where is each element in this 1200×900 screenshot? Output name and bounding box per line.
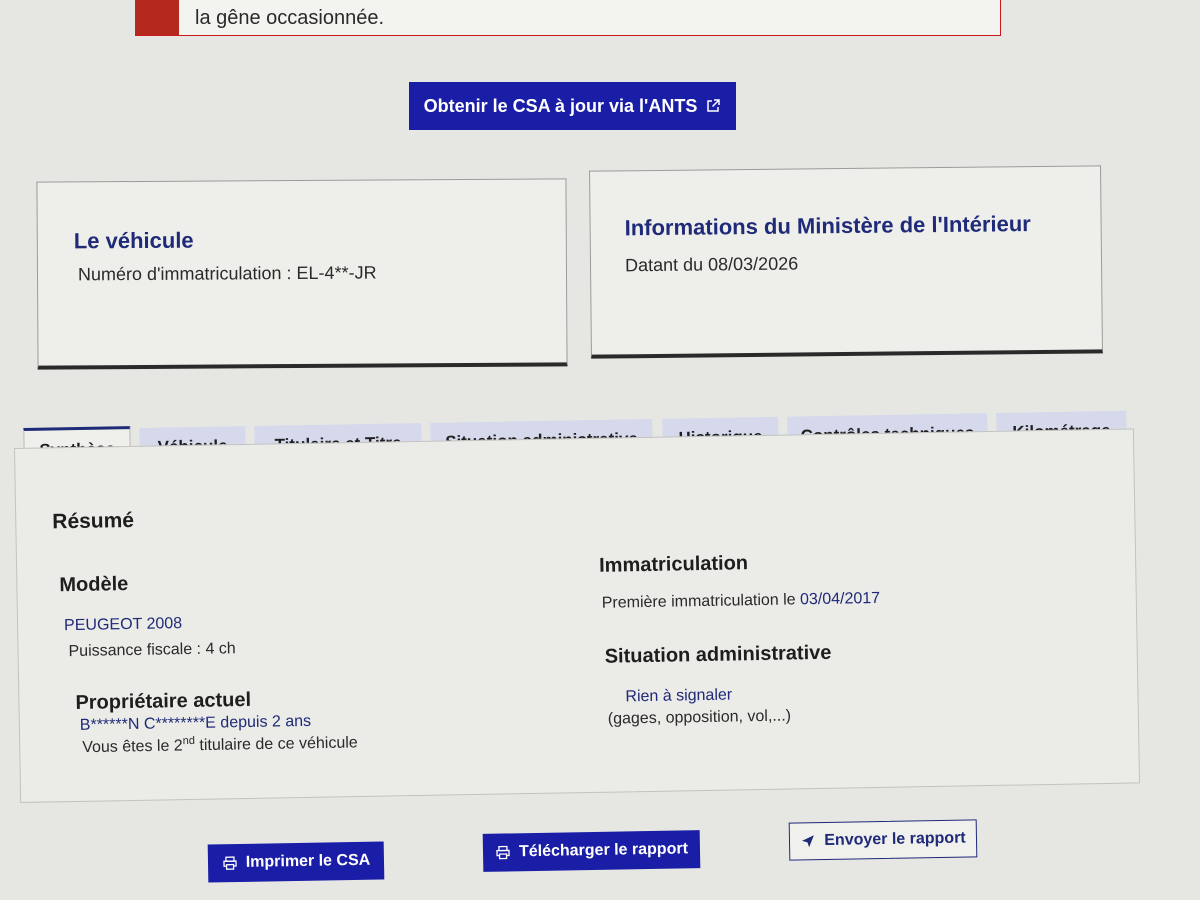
ministry-card-title: Informations du Ministère de l'Intérieur — [624, 211, 1031, 241]
admin-status-detail: (gages, opposition, vol,...) — [607, 707, 792, 728]
get-csa-ants-label: Obtenir le CSA à jour via l'ANTS — [423, 95, 698, 116]
admin-status-value: Rien à signaler — [625, 686, 733, 706]
admin-status-heading: Situation administrative — [604, 641, 832, 668]
model-name: PEUGEOT 2008 — [63, 615, 183, 635]
owner-rank: Vous êtes le 2nd titulaire de ce véhicul… — [82, 732, 358, 757]
owner-rank-suffix: titulaire de ce véhicule — [194, 734, 358, 755]
owner-heading: Propriétaire actuel — [75, 688, 252, 714]
print-csa-button[interactable]: Imprimer le CSA — [207, 841, 385, 883]
plate-number-value: EL-4**-JR — [296, 262, 377, 284]
model-power: Puissance fiscale : 4 ch — [68, 640, 236, 661]
plate-number-label: Numéro d'immatriculation : — [77, 263, 297, 285]
ministry-card: Informations du Ministère de l'Intérieur… — [589, 165, 1103, 359]
alert-text: la gêne occasionnée. — [195, 7, 385, 29]
printer-icon — [222, 855, 238, 871]
first-registration-label: Première immatriculation le — [601, 591, 801, 612]
owner-name: B******N C********E — [79, 714, 217, 734]
model-heading: Modèle — [59, 573, 129, 597]
download-report-label: Télécharger le rapport — [518, 840, 689, 861]
printer-icon — [495, 844, 511, 860]
external-link-icon — [705, 98, 721, 114]
registration-heading: Immatriculation — [598, 552, 749, 577]
ministry-date-line: Datant du 08/03/2026 — [624, 253, 799, 276]
owner-rank-sup: nd — [182, 734, 196, 748]
plate-number-line: Numéro d'immatriculation : EL-4**-JR — [78, 263, 377, 286]
summary-title: Résumé — [52, 508, 135, 534]
owner-since: depuis 2 ans — [215, 712, 312, 732]
print-csa-label: Imprimer le CSA — [245, 851, 371, 871]
alert-accent-bar — [135, 0, 179, 35]
alert-box: la gêne occasionnée. — [135, 0, 1001, 36]
owner-rank-prefix: Vous êtes le 2 — [82, 737, 183, 757]
first-registration-line: Première immatriculation le 03/04/2017 — [602, 590, 881, 613]
vehicle-card: Le véhicule Numéro d'immatriculation : E… — [36, 178, 568, 370]
summary-panel: Résumé Modèle PEUGEOT 2008 Puissance fis… — [14, 428, 1141, 803]
vehicle-card-title: Le véhicule — [73, 227, 194, 254]
send-icon — [800, 833, 816, 849]
download-report-button[interactable]: Télécharger le rapport — [482, 830, 701, 872]
owner-line: B******N C********E depuis 2 ans — [80, 713, 312, 735]
send-report-button[interactable]: Envoyer le rapport — [788, 819, 978, 861]
first-registration-date: 03/04/2017 — [799, 589, 881, 609]
get-csa-ants-button[interactable]: Obtenir le CSA à jour via l'ANTS — [409, 82, 736, 130]
send-report-label: Envoyer le rapport — [824, 829, 966, 850]
